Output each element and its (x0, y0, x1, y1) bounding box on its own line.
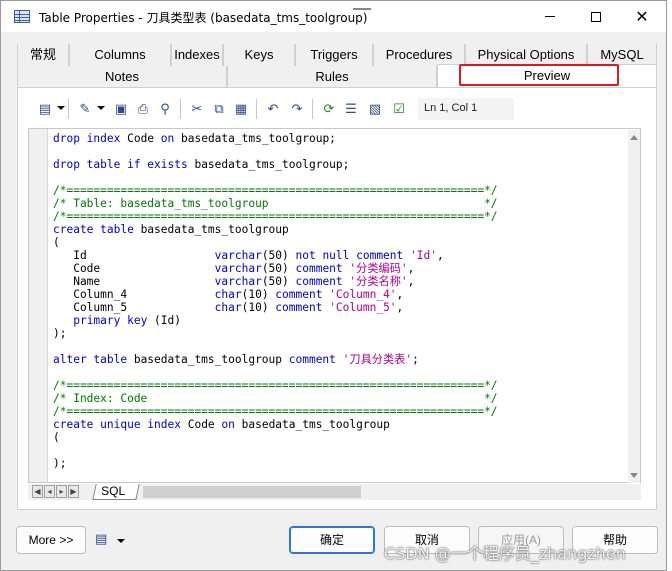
sql-line (53, 366, 623, 379)
sql-line: /*======================================… (53, 210, 498, 223)
print-icon[interactable]: ⎙ (133, 99, 153, 119)
preview-toolbar: ▤ ✎ ▣ ⎙ ⚲ ✂ ⧉ ▦ ↶ ↷ ⟳ ☰ ▧ ☑ Ln 1, Col 1 (21, 97, 581, 121)
sql-line: ( (53, 236, 60, 249)
minimize-button[interactable] (527, 1, 573, 32)
sql-line (53, 444, 623, 457)
sql-line: /*======================================… (53, 405, 498, 418)
prev-sheet-icon[interactable]: ◂ (44, 485, 55, 498)
edit-dropdown-icon[interactable]: ✎ (75, 99, 95, 119)
tab-general[interactable]: 常规 (17, 44, 69, 66)
sql-line (53, 171, 623, 184)
last-sheet-icon[interactable]: ▶ (68, 485, 79, 498)
sheet-tab-sql[interactable]: SQL (92, 484, 140, 500)
sql-line: /*======================================… (53, 184, 498, 197)
sql-line: ); (53, 457, 67, 470)
close-icon: ✕ (635, 6, 649, 26)
sql-line: drop index Code on basedata_tms_toolgrou… (53, 132, 336, 145)
paste-icon[interactable]: ▦ (231, 99, 251, 119)
horizontal-scrollbar[interactable] (143, 486, 361, 498)
sql-line: create table basedata_tms_toolgroup (53, 223, 289, 236)
horizontal-scroll-thumb[interactable] (353, 8, 371, 10)
sheet-tab-bar: ◀ ◂ ▸ ▶ SQL (28, 484, 641, 500)
minimize-icon (545, 16, 555, 17)
more-button[interactable]: More >> (16, 526, 86, 554)
find-icon[interactable]: ⚲ (155, 99, 175, 119)
toolbar-divider (256, 99, 257, 119)
sql-line: alter table basedata_tms_toolgroup comme… (53, 353, 419, 366)
chevron-down-icon (117, 539, 125, 543)
sql-line: drop table if exists basedata_tms_toolgr… (53, 158, 350, 171)
window-title: Table Properties - 刀具类型表 (basedata_tms_t… (39, 11, 368, 25)
tab-indexes[interactable]: Indexes (171, 44, 223, 66)
sql-code: drop index Code on basedata_tms_toolgrou… (53, 132, 623, 470)
next-sheet-icon[interactable]: ▸ (56, 485, 67, 498)
sql-line: Column_5 char(10) comment 'Column_5', (53, 301, 404, 314)
sql-line: primary key (Id) (73, 314, 181, 327)
tab-triggers[interactable]: Triggers (295, 44, 373, 66)
edit-properties-icon[interactable]: ▧ (365, 99, 385, 119)
first-sheet-icon[interactable]: ◀ (32, 485, 43, 498)
sql-line: /* Table: basedata_tms_toolgroup */ (53, 197, 498, 210)
sql-line (53, 145, 623, 158)
more-options-dropdown[interactable]: ▤ (95, 532, 131, 550)
vertical-scrollbar[interactable] (628, 130, 640, 483)
redo-icon[interactable]: ↷ (287, 99, 307, 119)
sql-line: /* Index: Code */ (53, 392, 498, 405)
chevron-down-icon[interactable] (57, 106, 65, 110)
check-icon[interactable]: ☑ (389, 99, 409, 119)
sql-line (53, 340, 623, 353)
table-properties-dialog: Table Properties - 刀具类型表 (basedata_tms_t… (0, 0, 667, 571)
tab-procedures[interactable]: Procedures (373, 44, 465, 66)
tab-notes[interactable]: Notes (17, 66, 227, 88)
refresh-icon[interactable]: ⟳ (319, 99, 339, 119)
tab-rules[interactable]: Rules (227, 66, 437, 88)
toolbar-divider (312, 99, 313, 119)
copy-icon[interactable]: ⧉ (209, 99, 229, 119)
sql-line: ); (53, 327, 67, 340)
maximize-button[interactable] (573, 1, 619, 32)
table-icon (14, 10, 30, 23)
close-button[interactable]: ✕ (619, 1, 665, 32)
sql-editor[interactable]: drop index Code on basedata_tms_toolgrou… (28, 128, 641, 483)
sheet-tab-label: SQL (101, 484, 126, 498)
maximize-icon (591, 11, 601, 22)
save-icon[interactable]: ▣ (111, 99, 131, 119)
chevron-down-icon[interactable] (97, 106, 105, 110)
tab-keys[interactable]: Keys (223, 44, 295, 66)
sql-line: Id varchar(50) not null comment 'Id', (53, 249, 444, 262)
toolbar-divider (68, 99, 69, 119)
properties-icon[interactable]: ☰ (341, 99, 361, 119)
ok-button[interactable]: 确定 (289, 526, 375, 554)
scroll-down-icon[interactable] (630, 473, 638, 478)
sql-line: Name varchar(50) comment '分类名称', (53, 275, 415, 288)
watermark: CSDN @一个程序员_zhangzhen (384, 544, 626, 563)
cursor-position: Ln 1, Col 1 (418, 98, 514, 120)
sql-line: ( (53, 431, 60, 444)
undo-icon[interactable]: ↶ (263, 99, 283, 119)
title-bar[interactable]: Table Properties - 刀具类型表 (basedata_tms_t… (1, 1, 666, 32)
script-options-icon: ▤ (95, 532, 108, 547)
script-dropdown-icon[interactable]: ▤ (35, 99, 55, 119)
tab-physical-options[interactable]: Physical Options (465, 44, 587, 66)
preview-highlight-box (459, 64, 619, 86)
sql-line: create unique index Code on basedata_tms… (53, 418, 390, 431)
sql-line: /*======================================… (53, 379, 498, 392)
editor-gutter (29, 129, 48, 482)
tab-mysql[interactable]: MySQL (587, 44, 657, 66)
sql-line: Column_4 char(10) comment 'Column_4', (53, 288, 404, 301)
scroll-up-icon[interactable] (630, 135, 638, 140)
cut-icon[interactable]: ✂ (187, 99, 207, 119)
tab-columns[interactable]: Columns (69, 44, 171, 66)
sql-line: Code varchar(50) comment '分类编码', (53, 262, 415, 275)
toolbar-divider (180, 99, 181, 119)
